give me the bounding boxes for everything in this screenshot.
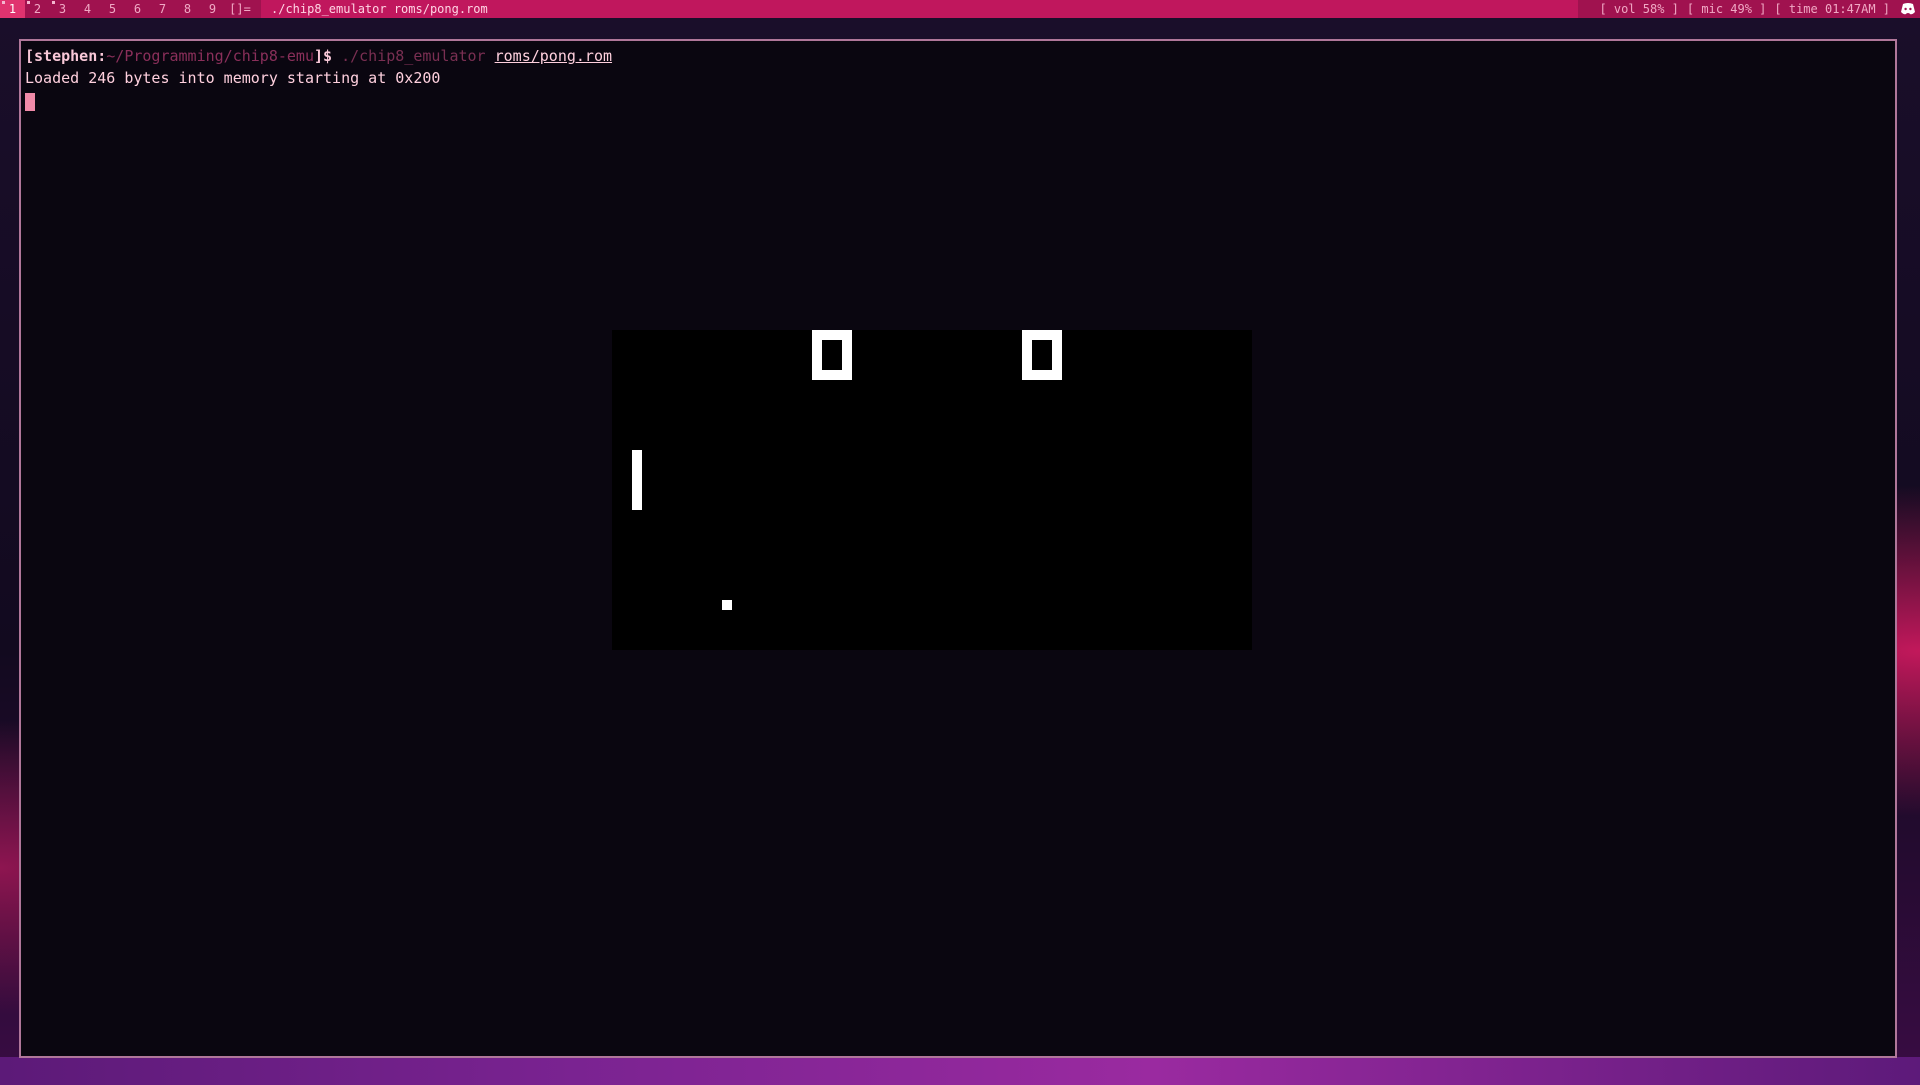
time-status: [ time 01:47AM ] (1774, 2, 1890, 16)
workspace-1[interactable]: 1 (0, 0, 25, 18)
layout-indicator[interactable]: []= (225, 0, 255, 18)
chip8-display[interactable] (612, 330, 1252, 650)
cursor-line (25, 89, 1891, 111)
output-line: Loaded 246 bytes into memory starting at… (25, 69, 441, 87)
workspace-4[interactable]: 4 (75, 0, 100, 18)
volume-status[interactable]: [ vol 58% ] (1599, 0, 1678, 18)
command-argument: roms/pong.rom (494, 47, 613, 65)
window-title: ./chip8_emulator roms/pong.rom (261, 0, 1578, 18)
workspace-6[interactable]: 6 (125, 0, 150, 18)
workspace-9[interactable]: 9 (200, 0, 225, 18)
occupied-dot-icon (52, 1, 55, 4)
discord-icon[interactable] (1900, 2, 1916, 16)
workspace-8[interactable]: 8 (175, 0, 200, 18)
workspace-list: 1 2 3 4 5 6 7 8 9 (0, 0, 225, 18)
wallpaper (0, 1057, 1920, 1085)
occupied-dot-icon (27, 1, 30, 4)
text-cursor (25, 92, 35, 111)
workspace-3[interactable]: 3 (50, 0, 75, 18)
mic-status[interactable]: [ mic 49% ] (1687, 0, 1766, 18)
terminal-content: [stephen:~/Programming/chip8-emu]$ ./chi… (25, 45, 1891, 111)
status-bar: 1 2 3 4 5 6 7 8 9 []= ./chip8_emulator r… (0, 0, 1920, 18)
prompt-path: ~/Programming/chip8-emu (106, 47, 314, 65)
left-paddle (632, 450, 642, 510)
command-text: ./chip8_emulator (341, 47, 486, 65)
prompt-line: [stephen:~/Programming/chip8-emu]$ ./chi… (25, 45, 1891, 67)
occupied-dot-icon (2, 1, 5, 4)
workspace-7[interactable]: 7 (150, 0, 175, 18)
prompt-user: stephen: (34, 47, 107, 65)
status-modules: [ vol 58% ] [ mic 49% ] [ time 01:47AM ] (1591, 0, 1894, 18)
desktop: 1 2 3 4 5 6 7 8 9 []= ./chip8_emulator r… (0, 0, 1920, 1085)
workspace-5[interactable]: 5 (100, 0, 125, 18)
chip8-canvas (612, 330, 1252, 650)
prompt-close: ]$ (314, 47, 333, 65)
prompt-open: [ (25, 47, 35, 65)
workspace-2[interactable]: 2 (25, 0, 50, 18)
pong-ball (722, 600, 732, 610)
